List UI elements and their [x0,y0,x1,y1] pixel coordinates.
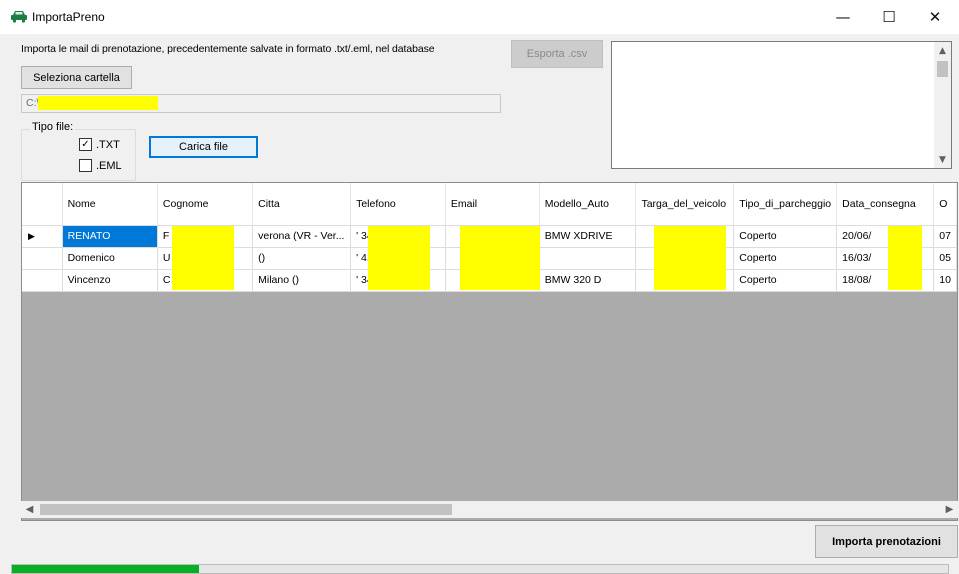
column-header[interactable]: Targa_del_veicolo [635,183,735,226]
file-type-label: Tipo file: [30,121,76,133]
scroll-thumb[interactable] [40,504,452,515]
close-button[interactable]: ✕ [912,0,958,34]
chevron-right-icon[interactable]: ▶ [941,501,958,518]
chevron-down-icon[interactable]: ▼ [934,151,951,168]
table-cell[interactable]: Milano () [252,269,352,292]
title-bar: ImportaPreno — ☐ ✕ [0,0,959,34]
column-header[interactable]: Email [445,183,540,226]
car-icon [11,11,27,23]
txt-checkbox-label: .TXT [96,138,120,151]
table-cell[interactable]: 05 [933,247,957,270]
redaction-mask [460,226,540,290]
redaction-mask [172,226,234,290]
redaction-mask [888,226,922,290]
column-header[interactable]: Nome [62,183,158,226]
txt-checkbox[interactable]: ✓ .TXT [79,138,120,151]
column-header[interactable]: Modello_Auto [539,183,637,226]
grid-header-row: Nome Cognome Citta Telefono Email Modell… [22,183,957,226]
main-form: Importa le mail di prenotazione, precede… [0,34,959,574]
file-type-group [21,129,136,181]
row-header[interactable] [22,247,63,270]
table-cell[interactable]: Coperto [733,269,838,292]
redaction-mask [38,96,158,110]
description-label: Importa le mail di prenotazione, precede… [21,43,435,55]
grid-horizontal-scrollbar[interactable]: ◀ ▶ [21,501,958,518]
table-cell[interactable]: Vincenzo [62,269,158,292]
column-header[interactable]: Citta [252,183,352,226]
minimize-button[interactable]: — [820,0,866,34]
table-cell[interactable]: BMW 320 D [539,269,637,292]
table-cell[interactable]: Coperto [733,247,838,270]
log-textbox[interactable]: ▲ ▼ [611,41,952,169]
window-title: ImportaPreno [32,10,105,24]
column-header[interactable]: Telefono [350,183,446,226]
column-header[interactable]: Data_consegna [836,183,935,226]
bookings-grid[interactable]: Nome Cognome Citta Telefono Email Modell… [21,182,958,521]
table-cell[interactable]: Domenico [62,247,158,270]
chevron-up-icon[interactable]: ▲ [934,42,951,59]
redaction-mask [368,226,430,290]
eml-checkbox[interactable]: .EML [79,159,122,172]
chevron-left-icon[interactable]: ◀ [21,501,38,518]
checkbox-unchecked-icon[interactable] [79,159,92,172]
progress-fill [12,565,200,573]
export-csv-button[interactable]: Esporta .csv [511,40,603,68]
row-header[interactable] [22,269,63,292]
checkbox-checked-icon[interactable]: ✓ [79,138,92,151]
import-bookings-button[interactable]: Importa prenotazioni [815,525,958,558]
table-cell[interactable]: () [252,247,352,270]
maximize-button[interactable]: ☐ [866,0,912,34]
table-cell[interactable] [539,247,637,270]
column-header[interactable]: O [933,183,957,226]
redaction-mask [654,226,726,290]
column-header[interactable]: Tipo_di_parcheggio [733,183,838,226]
table-cell[interactable]: 10 [933,269,957,292]
row-header-corner [22,183,63,226]
table-cell[interactable]: 07 [933,225,957,248]
eml-checkbox-label: .EML [96,159,122,172]
table-cell[interactable]: RENATO [62,225,158,248]
table-cell[interactable]: BMW XDRIVE [539,225,637,248]
log-scrollbar[interactable]: ▲ ▼ [934,42,951,168]
load-file-button[interactable]: Carica file [149,136,258,158]
import-progress-bar [11,564,949,574]
current-row-icon[interactable]: ▶ [22,225,63,248]
table-cell[interactable]: verona (VR - Ver... [252,225,352,248]
table-cell[interactable]: Coperto [733,225,838,248]
column-header[interactable]: Cognome [157,183,254,226]
select-folder-button[interactable]: Seleziona cartella [21,66,132,89]
scroll-thumb[interactable] [937,61,948,77]
